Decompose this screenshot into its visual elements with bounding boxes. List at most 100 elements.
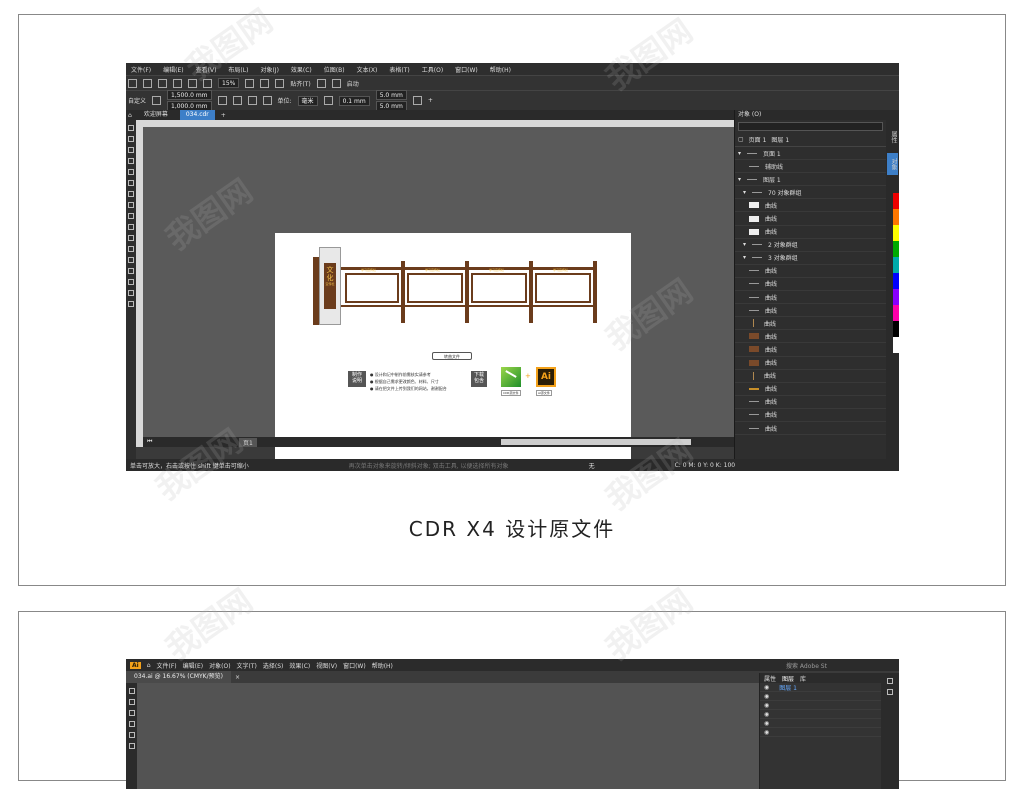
menu-item[interactable]: 窗口(W): [343, 661, 366, 670]
expand-arrow-icon[interactable]: ▾: [738, 150, 741, 157]
zoom-tool-icon[interactable]: [128, 158, 134, 164]
first-page-icon[interactable]: ⏮: [147, 438, 152, 446]
menu-item[interactable]: 文件(F): [128, 65, 154, 74]
smart-fill-icon[interactable]: [128, 301, 134, 307]
pick-tool-icon[interactable]: [128, 125, 134, 131]
dup-x-field[interactable]: 5.0 mm: [375, 90, 407, 100]
snap-to-dropdown[interactable]: 贴齐(T): [290, 79, 310, 88]
object-row[interactable]: 曲线: [735, 265, 886, 278]
menu-item[interactable]: 编辑(E): [160, 65, 186, 74]
nudge-field[interactable]: 0.1 mm: [338, 95, 370, 106]
connector-tool-icon[interactable]: [128, 246, 134, 252]
open-file-icon[interactable]: [143, 78, 152, 88]
object-row[interactable]: 曲线: [735, 370, 886, 383]
tab-layers[interactable]: 图层: [782, 674, 794, 683]
expand-arrow-icon[interactable]: ▾: [743, 189, 746, 196]
object-row[interactable]: 曲线: [735, 317, 886, 331]
transparency-icon[interactable]: [128, 268, 134, 274]
selection-tool-icon[interactable]: [128, 688, 135, 694]
expand-arrow-icon[interactable]: ▾: [738, 176, 741, 183]
close-tab-icon[interactable]: ×: [235, 674, 240, 681]
object-row[interactable]: 曲线: [735, 343, 886, 357]
layer-row[interactable]: ◉: [760, 692, 881, 701]
docker-tab-properties[interactable]: 属性: [887, 125, 898, 149]
menu-item[interactable]: 帮助(H): [487, 65, 514, 74]
launch-dropdown[interactable]: 启动: [347, 79, 359, 88]
brush-tool-icon[interactable]: [128, 721, 135, 727]
menu-item[interactable]: 文字(T): [237, 661, 257, 670]
rectangle-tool-icon[interactable]: [128, 191, 134, 197]
page-width-field[interactable]: 1,500.0 mm: [167, 90, 212, 100]
zoom-level-field[interactable]: 15%: [218, 78, 240, 88]
launch-icon[interactable]: [331, 78, 341, 88]
layer-row[interactable]: ◉: [760, 728, 881, 737]
objects-search-field[interactable]: [738, 122, 883, 131]
visibility-eye-icon[interactable]: ◉: [764, 684, 769, 691]
type-tool-icon[interactable]: [128, 743, 135, 749]
object-row[interactable]: 曲线: [735, 422, 886, 436]
page-tab[interactable]: 页1: [239, 438, 257, 447]
page-frame-icon[interactable]: [412, 96, 422, 105]
tab-welcome[interactable]: 欢迎屏幕: [138, 110, 174, 120]
ai-canvas[interactable]: [137, 683, 759, 789]
page-preset-select[interactable]: 自定义: [128, 96, 146, 105]
menu-item[interactable]: 视图(V): [316, 661, 337, 670]
ellipse-tool-icon[interactable]: [128, 202, 134, 208]
menu-item[interactable]: 窗口(W): [452, 65, 481, 74]
current-page-icon[interactable]: [262, 96, 272, 105]
menu-item[interactable]: 布局(L): [225, 65, 251, 74]
object-row[interactable]: ▾ 图层 1: [735, 173, 886, 187]
visibility-eye-icon[interactable]: ◉: [764, 729, 769, 736]
artboards-panel-icon[interactable]: [887, 689, 893, 695]
object-row[interactable]: 曲线: [735, 226, 886, 239]
object-row[interactable]: ▾ 3 对象群组: [735, 252, 886, 265]
expand-arrow-icon[interactable]: ▾: [743, 254, 746, 261]
polygon-tool-icon[interactable]: [128, 213, 134, 219]
menu-item[interactable]: 文本(X): [354, 65, 381, 74]
object-row[interactable]: 曲线: [735, 278, 886, 292]
menu-item[interactable]: 选择(S): [263, 661, 284, 670]
object-row[interactable]: ▾ 页面 1: [735, 147, 886, 161]
direct-selection-icon[interactable]: [128, 699, 135, 705]
object-row[interactable]: 曲线: [735, 383, 886, 396]
drop-shadow-icon[interactable]: [128, 257, 134, 263]
options-gear-icon[interactable]: [316, 78, 326, 88]
menu-item[interactable]: 帮助(H): [372, 661, 393, 670]
visibility-eye-icon[interactable]: ◉: [764, 720, 769, 727]
units-select[interactable]: 毫米: [297, 95, 318, 106]
ai-doc-tab[interactable]: 034.ai @ 16.67% (CMYK/预览): [126, 671, 231, 683]
layer-row[interactable]: ◉: [760, 701, 881, 710]
tab-libraries[interactable]: 库: [800, 674, 806, 683]
menu-item[interactable]: 位图(B): [321, 65, 348, 74]
document-page[interactable]: 文 化 宣传栏 学习宣传栏 学习宣传栏 学习宣传栏 学习宣传栏 转曲文件 制作 …: [275, 233, 631, 471]
all-pages-icon[interactable]: [247, 96, 257, 105]
visibility-eye-icon[interactable]: ◉: [764, 711, 769, 718]
horizontal-ruler[interactable]: [136, 120, 734, 127]
current-page-label[interactable]: 页面 1: [749, 135, 767, 144]
object-row[interactable]: ▾ 70 对象群组: [735, 186, 886, 200]
shape-tool-icon[interactable]: [128, 136, 134, 142]
object-row[interactable]: ▾ 2 对象群组: [735, 239, 886, 252]
menu-item[interactable]: 表格(T): [386, 65, 412, 74]
print-icon[interactable]: [173, 78, 182, 88]
new-tab-icon[interactable]: +: [221, 112, 226, 119]
visibility-eye-icon[interactable]: ◉: [764, 693, 769, 700]
menu-item[interactable]: 对象(J): [257, 65, 281, 74]
fill-indicator[interactable]: 无: [589, 461, 595, 470]
menu-item[interactable]: 工具(O): [419, 65, 446, 74]
layer-row[interactable]: ◉: [760, 710, 881, 719]
object-row[interactable]: 辅助线: [735, 160, 886, 174]
crop-tool-icon[interactable]: [128, 147, 134, 153]
vertical-ruler[interactable]: [136, 127, 143, 447]
add-page-icon[interactable]: +: [428, 97, 433, 104]
menu-item[interactable]: 查看(V): [193, 65, 220, 74]
expand-arrow-icon[interactable]: ▾: [743, 241, 746, 248]
object-row[interactable]: 曲线: [735, 357, 886, 370]
interactive-fill-icon[interactable]: [128, 290, 134, 296]
object-row[interactable]: 曲线: [735, 396, 886, 409]
object-row[interactable]: 曲线: [735, 409, 886, 422]
freehand-tool-icon[interactable]: [128, 169, 134, 175]
stock-search-field[interactable]: 搜索 Adobe St: [786, 661, 827, 670]
home-icon[interactable]: ⌂: [147, 662, 151, 669]
layer-row-main[interactable]: ◉ 图层 1: [760, 683, 881, 692]
